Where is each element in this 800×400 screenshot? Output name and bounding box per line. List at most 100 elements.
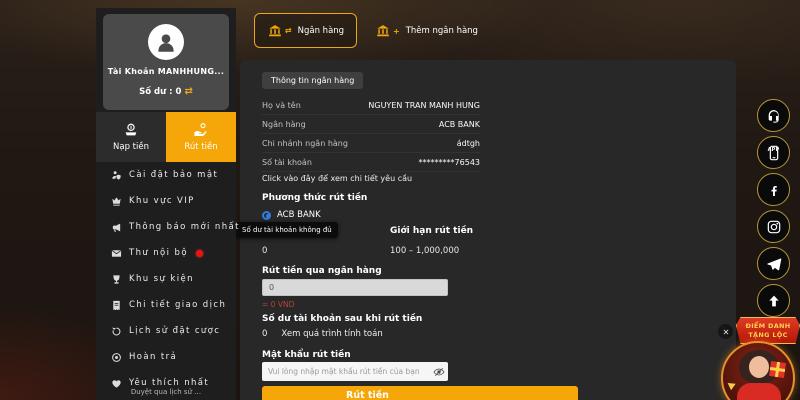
sidebar-item-label: Khu vực VIP bbox=[129, 196, 195, 206]
balance-label: Số dư : bbox=[139, 87, 172, 97]
trophy-icon bbox=[111, 274, 122, 285]
unread-badge bbox=[196, 250, 203, 257]
method-option-label: ACB BANK bbox=[277, 210, 321, 220]
close-icon[interactable] bbox=[718, 324, 733, 339]
floating-buttons: APP bbox=[757, 99, 790, 321]
row-label: Họ và tên bbox=[262, 101, 301, 110]
bank-icon bbox=[267, 24, 283, 38]
telegram-icon[interactable] bbox=[757, 247, 790, 280]
avatar bbox=[148, 24, 184, 60]
sidebar-item-refund[interactable]: Hoàn trả bbox=[96, 344, 236, 370]
crown-icon bbox=[111, 196, 122, 207]
amount-input[interactable] bbox=[262, 279, 448, 296]
arrow-decoration bbox=[725, 380, 735, 391]
tab-add-bank[interactable]: + Thêm ngân hàng bbox=[369, 16, 484, 46]
sidebar-item-label: Thư nội bộ bbox=[129, 248, 188, 258]
after-balance-title: Số dư tài khoản sau khi rút tiền bbox=[262, 314, 422, 324]
sidebar-item-security[interactable]: Cài đặt bảo mật bbox=[96, 162, 236, 188]
refresh-icon[interactable]: ⇄ bbox=[184, 86, 192, 97]
person-icon bbox=[153, 29, 179, 55]
sidebar-item-vip[interactable]: Khu vực VIP bbox=[96, 188, 236, 214]
withdraw-submit-button[interactable]: Rút tiền bbox=[262, 386, 578, 400]
gift-box bbox=[769, 361, 786, 378]
sidebar-footnote: Duyệt qua lịch sử … bbox=[96, 388, 236, 396]
facebook-icon[interactable] bbox=[757, 173, 790, 206]
table-row: Chi nhánh ngân hàng ádtgh bbox=[262, 134, 480, 153]
sidebar-item-events[interactable]: Khu sự kiện bbox=[96, 266, 236, 292]
insufficient-balance-tooltip: Số dư tài khoản không đủ bbox=[236, 222, 338, 238]
security-icon bbox=[111, 170, 122, 181]
calculation-link[interactable]: Xem quá trình tính toán bbox=[281, 329, 382, 339]
tab-deposit-label: Nạp tiền bbox=[113, 142, 149, 152]
row-label: Chi nhánh ngân hàng bbox=[262, 139, 348, 148]
sidebar-item-label: Lịch sử đặt cược bbox=[129, 326, 220, 336]
radio-checked-icon[interactable] bbox=[262, 211, 271, 220]
refund-icon bbox=[111, 352, 122, 363]
tab-deposit[interactable]: Nạp tiền bbox=[96, 112, 166, 162]
heart-icon bbox=[111, 378, 122, 389]
table-row: Ngân hàng ACB BANK bbox=[262, 115, 480, 134]
balance-row: Số dư : 0 ⇄ bbox=[103, 86, 229, 97]
app-label: APP bbox=[768, 147, 780, 153]
sidebar-menu: Cài đặt bảo mật Khu vực VIP Thông báo mớ… bbox=[96, 162, 236, 396]
row-value: NGUYEN TRAN MANH HUNG bbox=[368, 101, 480, 110]
row-label: Ngân hàng bbox=[262, 120, 306, 129]
sidebar-item-label: Khu sự kiện bbox=[129, 274, 194, 284]
withdraw-icon bbox=[193, 122, 209, 138]
bank-info-chip: Thông tin ngân hàng bbox=[262, 72, 363, 89]
password-title: Mật khẩu rút tiền bbox=[262, 350, 351, 360]
sidebar-item-label: Hoàn trả bbox=[129, 352, 177, 362]
sidebar-item-inbox[interactable]: Thư nội bộ bbox=[96, 240, 236, 266]
converted-amount: = 0 VND bbox=[262, 300, 294, 309]
transfer-glyph: ⇄ bbox=[285, 26, 292, 35]
promo-line2: TẶNG LỘC bbox=[748, 331, 787, 340]
table-row: Số tài khoản *********76543 bbox=[262, 153, 480, 172]
sidebar-item-label: Thông báo mới nhất bbox=[129, 222, 240, 232]
sidebar-item-label: Yêu thích nhất bbox=[129, 378, 209, 388]
promo-banner[interactable]: ĐIỂM DANH TẶNG LỘC bbox=[736, 317, 800, 344]
promo-line1: ĐIỂM DANH bbox=[745, 322, 790, 331]
detail-link[interactable]: Click vào đây để xem chi tiết yêu cầu bbox=[262, 174, 412, 183]
limit-title: Giới hạn rút tiền bbox=[390, 226, 473, 236]
table-row: Họ và tên NGUYEN TRAN MANH HUNG bbox=[262, 96, 480, 115]
girl-face bbox=[749, 356, 769, 378]
megaphone-icon bbox=[111, 222, 122, 233]
wallet-tabs: Nạp tiền Rút tiền bbox=[96, 112, 236, 162]
balance-value: 0 bbox=[262, 246, 267, 256]
method-title: Phương thức rút tiền bbox=[262, 193, 367, 203]
plus-glyph: + bbox=[393, 27, 400, 36]
sidebar: Tài Khoản MANHHUNG... Số dư : 0 ⇄ Nạp ti… bbox=[96, 8, 236, 400]
account-card: Tài Khoản MANHHUNG... Số dư : 0 ⇄ bbox=[103, 14, 229, 110]
tab-bank-label: Ngân hàng bbox=[298, 26, 344, 36]
row-label: Số tài khoản bbox=[262, 158, 312, 167]
sidebar-item-transactions[interactable]: Chi tiết giao dịch bbox=[96, 292, 236, 318]
app-icon[interactable]: APP bbox=[757, 136, 790, 169]
row-value: *********76543 bbox=[419, 158, 480, 167]
after-balance-row: 0 Xem quá trình tính toán bbox=[262, 329, 383, 339]
mail-icon bbox=[111, 248, 122, 259]
account-name: Tài Khoản MANHHUNG... bbox=[103, 67, 229, 76]
promo-girl-image[interactable] bbox=[721, 341, 795, 400]
sidebar-item-label: Chi tiết giao dịch bbox=[129, 300, 226, 310]
method-option-acb[interactable]: ACB BANK bbox=[262, 210, 321, 220]
girl-dress bbox=[737, 383, 781, 400]
support-icon[interactable] bbox=[757, 99, 790, 132]
instagram-icon[interactable] bbox=[757, 210, 790, 243]
sidebar-item-bet-history[interactable]: Lịch sử đặt cược bbox=[96, 318, 236, 344]
sidebar-item-label: Cài đặt bảo mật bbox=[129, 170, 218, 180]
bank-info-table: Họ và tên NGUYEN TRAN MANH HUNG Ngân hàn… bbox=[262, 96, 480, 172]
promo-widget: ĐIỂM DANH TẶNG LỘC bbox=[705, 313, 800, 400]
row-value: ACB BANK bbox=[439, 120, 480, 129]
receipt-icon bbox=[111, 300, 122, 311]
tab-bank[interactable]: ⇄ Ngân hàng bbox=[254, 13, 357, 48]
sidebar-item-announcements[interactable]: Thông báo mới nhất bbox=[96, 214, 236, 240]
amount-title: Rút tiền qua ngân hàng bbox=[262, 266, 382, 276]
password-input[interactable] bbox=[262, 367, 430, 376]
balance-value: 0 bbox=[176, 87, 182, 97]
limit-value: 100 – 1,000,000 bbox=[390, 246, 459, 256]
row-value: ádtgh bbox=[457, 139, 480, 148]
tab-add-bank-label: Thêm ngân hàng bbox=[406, 26, 478, 36]
tab-withdraw[interactable]: Rút tiền bbox=[166, 112, 236, 162]
deposit-icon bbox=[123, 122, 139, 138]
eye-off-icon[interactable] bbox=[430, 362, 448, 381]
